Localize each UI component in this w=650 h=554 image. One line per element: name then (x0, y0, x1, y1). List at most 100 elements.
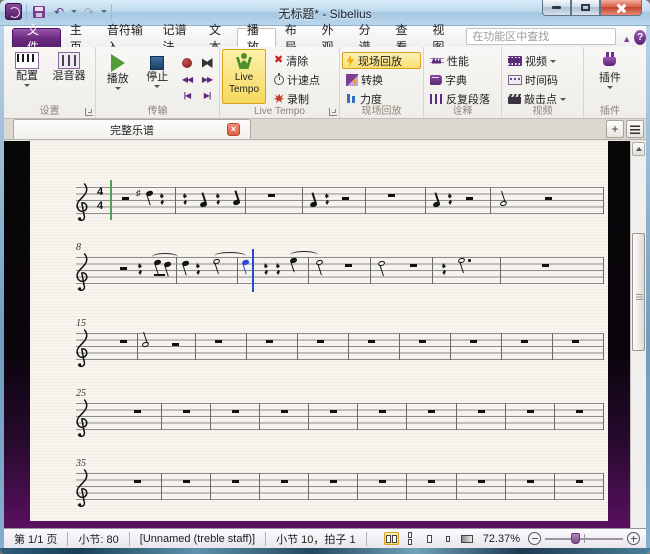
dialog-launcher-icon[interactable] (85, 108, 93, 116)
whole-rest[interactable] (317, 340, 324, 343)
whole-rest[interactable] (428, 410, 435, 413)
scroll-up-button[interactable] (632, 142, 645, 156)
view-single-horizontal-button[interactable] (422, 532, 437, 545)
whole-rest[interactable] (379, 410, 386, 413)
whole-rest[interactable] (410, 264, 417, 267)
whole-rest[interactable] (232, 410, 239, 413)
close-button[interactable] (600, 0, 642, 16)
tab-notations[interactable]: 记谱法 (154, 28, 200, 47)
note[interactable] (232, 199, 240, 205)
staff-system-1[interactable]: 44 ♯ (76, 187, 604, 214)
tab-play[interactable]: 播放 (237, 28, 276, 47)
configure-button[interactable]: 配置 (6, 49, 48, 104)
half-rest[interactable] (545, 197, 552, 200)
tab-layout[interactable]: 布局 (276, 28, 313, 47)
playback-start-line[interactable] (110, 180, 112, 220)
half-note[interactable] (315, 259, 323, 266)
whole-rest[interactable] (368, 340, 375, 343)
vertical-scrollbar[interactable] (630, 141, 646, 528)
tab-home[interactable]: 主页 (61, 28, 98, 47)
whole-rest[interactable] (576, 410, 583, 413)
whole-rest[interactable] (281, 480, 288, 483)
live-playback-toggle[interactable]: 现场回放 (342, 52, 421, 69)
note[interactable] (199, 201, 207, 207)
dialog-launcher-icon[interactable] (329, 108, 337, 116)
whole-rest[interactable] (419, 340, 426, 343)
scrollbar-thumb[interactable] (632, 233, 645, 351)
quarter-rest[interactable] (216, 193, 220, 205)
half-rest[interactable] (120, 267, 127, 270)
zoom-out-button[interactable] (528, 532, 541, 545)
quarter-rest[interactable] (183, 193, 187, 205)
staff-system-5[interactable]: 35 (76, 473, 604, 500)
view-single-vertical-button[interactable] (441, 532, 456, 545)
close-tab-icon[interactable]: × (227, 123, 240, 136)
whole-rest[interactable] (268, 194, 275, 197)
play-button[interactable]: 播放 (98, 49, 138, 104)
dictionary-button[interactable]: 字典 (426, 71, 499, 88)
whole-rest[interactable] (134, 480, 141, 483)
clear-button[interactable]: ✖清除 (270, 52, 324, 69)
whole-rest[interactable] (266, 340, 273, 343)
whole-rest[interactable] (478, 480, 485, 483)
help-button[interactable]: ? (634, 30, 646, 45)
tap-points-button[interactable]: 计速点 (270, 71, 324, 88)
view-pages-horizontal-button[interactable] (384, 532, 399, 545)
tab-parts[interactable]: 分谱 (350, 28, 387, 47)
ribbon-search-input[interactable] (466, 28, 616, 45)
mixer-button[interactable]: 混音器 (48, 49, 90, 104)
slur[interactable] (290, 251, 318, 259)
note[interactable] (309, 201, 317, 207)
tab-list-button[interactable] (626, 120, 644, 138)
note[interactable] (163, 261, 171, 267)
whole-rest[interactable] (478, 410, 485, 413)
whole-rest[interactable] (379, 480, 386, 483)
whole-rest[interactable] (134, 410, 141, 413)
rewind-button[interactable]: ◀◀ (182, 75, 192, 84)
slur[interactable] (214, 252, 246, 260)
move-to-start-button[interactable]: |◀ (184, 91, 190, 100)
tab-file[interactable]: 文件 (12, 28, 61, 47)
whole-rest[interactable] (330, 410, 337, 413)
half-note[interactable] (141, 341, 149, 348)
quarter-rest[interactable] (264, 263, 268, 275)
zoom-slider-thumb[interactable] (571, 533, 580, 544)
tab-text[interactable]: 文本 (200, 28, 237, 47)
half-rest[interactable] (342, 197, 349, 200)
tab-review[interactable]: 查看 (386, 28, 423, 47)
view-pages-vertical-button[interactable] (403, 532, 418, 545)
quarter-rest[interactable] (138, 263, 142, 275)
new-tab-button[interactable]: + (606, 120, 624, 138)
collapse-ribbon-icon[interactable]: ▲ (622, 34, 631, 44)
zoom-slider[interactable] (545, 532, 623, 545)
note[interactable] (181, 260, 189, 266)
score-page[interactable]: 44 ♯ (30, 141, 608, 521)
staff-system-3[interactable]: 15 (76, 333, 604, 360)
whole-rest[interactable] (470, 340, 477, 343)
video-button[interactable]: 视频 (504, 52, 581, 69)
half-note[interactable] (499, 200, 507, 207)
maximize-button[interactable] (571, 0, 600, 16)
half-rest[interactable] (122, 197, 129, 200)
record-icon[interactable] (182, 58, 192, 68)
whole-rest[interactable] (215, 340, 222, 343)
whole-rest[interactable] (183, 410, 190, 413)
move-to-end-button[interactable]: ▶| (204, 91, 210, 100)
quarter-rest[interactable] (448, 193, 452, 205)
quarter-rest[interactable] (442, 263, 446, 275)
zoom-in-button[interactable] (627, 532, 640, 545)
note[interactable] (432, 201, 440, 207)
fast-forward-button[interactable]: ▶▶ (202, 75, 212, 84)
note[interactable] (145, 190, 153, 196)
whole-rest[interactable] (232, 480, 239, 483)
quarter-rest[interactable] (276, 263, 280, 275)
whole-rest[interactable] (388, 194, 395, 197)
whole-rest[interactable] (183, 480, 190, 483)
score-canvas[interactable]: 44 ♯ (4, 141, 646, 528)
staff-system-2[interactable]: 8 (76, 257, 604, 284)
whole-rest[interactable] (428, 480, 435, 483)
document-tab-full-score[interactable]: 完整乐谱 × (13, 119, 251, 139)
half-rest[interactable] (466, 197, 473, 200)
view-panorama-button[interactable] (460, 532, 475, 545)
whole-rest[interactable] (527, 410, 534, 413)
